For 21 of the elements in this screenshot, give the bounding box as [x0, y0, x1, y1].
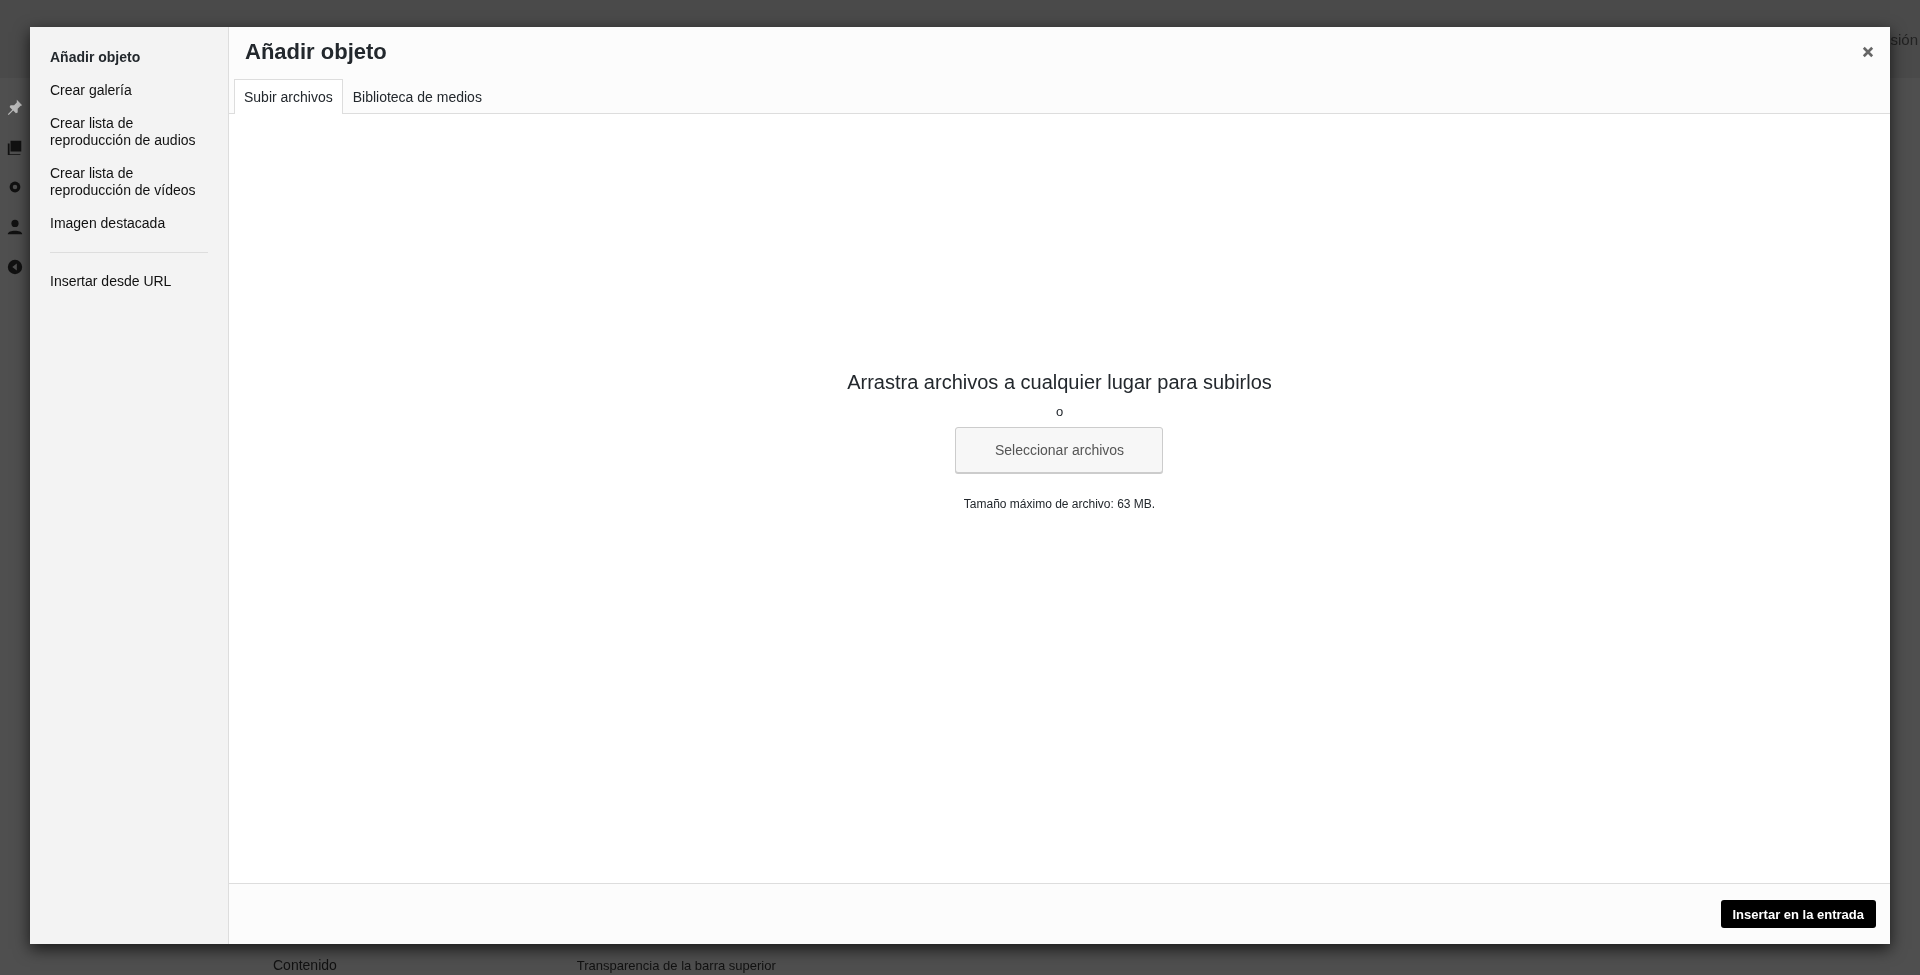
- setting-label: Transparencia de la barra superior: [576, 958, 776, 973]
- menu-item[interactable]: Crear lista de reproducción de vídeos: [50, 157, 208, 207]
- or-separator: o: [1055, 404, 1064, 419]
- menu-item[interactable]: Añadir objeto: [50, 41, 208, 74]
- drop-instructions: Arrastra archivos a cualquier lugar para subirlos: [847, 371, 1272, 394]
- max-file-size: Tamaño máximo de archivo: 63 MB.: [963, 497, 1156, 511]
- close-icon[interactable]: [1862, 46, 1874, 58]
- user-icon[interactable]: [6, 218, 24, 236]
- pin-icon[interactable]: [6, 98, 24, 116]
- menu-item[interactable]: Insertar desde URL: [50, 265, 208, 298]
- menu-item[interactable]: Crear lista de reproducción de audios: [50, 107, 208, 157]
- insert-into-post-button[interactable]: Insertar en la entrada: [1720, 900, 1876, 928]
- tab[interactable]: Biblioteca de medios: [342, 79, 492, 114]
- menu-item[interactable]: Crear galería: [50, 74, 208, 107]
- collapse-icon[interactable]: [6, 258, 24, 276]
- section-label: Contenido: [273, 957, 337, 973]
- tab[interactable]: Subir archivos: [234, 79, 343, 114]
- pages-icon[interactable]: [6, 138, 24, 156]
- modal-title: Añadir objeto: [245, 39, 387, 65]
- menu-item[interactable]: Imagen destacada: [50, 207, 208, 240]
- select-files-button[interactable]: Seleccionar archivos: [955, 427, 1164, 473]
